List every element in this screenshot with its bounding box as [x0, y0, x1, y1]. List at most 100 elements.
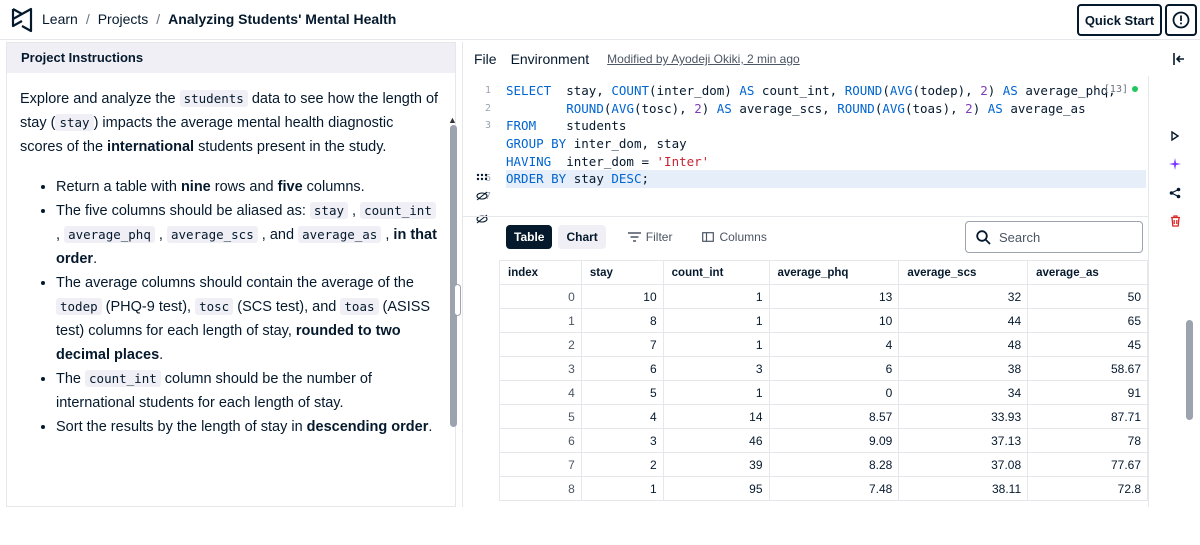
code-editor[interactable]: 1 2 3 6 7 SELECT stay, COUNT(inter_dom) … — [463, 76, 1148, 216]
text: , — [154, 227, 167, 243]
scroll-up-arrow-icon[interactable]: ▲ — [448, 115, 457, 125]
table-row[interactable]: 1 8 1 10 44 65 — [499, 308, 1148, 333]
text: , — [381, 227, 394, 243]
text-strong: international — [107, 139, 195, 155]
text-strong: five — [277, 179, 303, 195]
column-header[interactable]: average_phq — [768, 260, 900, 285]
table-row[interactable]: 7 2 39 8.28 37.08 77.67 — [499, 452, 1148, 477]
collapse-panel-icon[interactable] — [1172, 52, 1186, 66]
share-icon — [1169, 187, 1181, 199]
column-header[interactable]: count_int — [662, 260, 770, 285]
table-row[interactable]: 2 7 1 4 48 45 — [499, 332, 1148, 357]
cell-toolbar — [1148, 76, 1200, 507]
table-cell: 50 — [1027, 284, 1148, 309]
search-box[interactable] — [965, 221, 1143, 253]
code-line: FROM students — [506, 118, 627, 134]
code-tosc: tosc — [195, 298, 234, 315]
text: students present in the study. — [194, 139, 387, 155]
table-cell: 44 — [898, 308, 1029, 333]
tab-chart[interactable]: Chart — [558, 225, 606, 249]
table-cell: 3 — [662, 356, 770, 381]
info-icon — [1172, 11, 1190, 29]
code-line: ROUND(AVG(tosc), 2) AS average_scs, ROUN… — [566, 100, 1086, 116]
info-button[interactable] — [1165, 4, 1197, 36]
instructions-scrollbar[interactable]: ▲ — [448, 115, 458, 545]
run-button[interactable] — [1165, 126, 1185, 146]
filter-button[interactable]: Filter — [620, 225, 681, 249]
table-row[interactable]: 8 1 95 7.48 38.11 72.8 — [499, 476, 1148, 501]
instructions-title: Project Instructions — [7, 43, 455, 73]
text-strong: descending order — [306, 419, 429, 435]
line-number: 1 — [484, 85, 491, 96]
environment-menu[interactable]: Environment — [511, 51, 590, 67]
ai-assist-button[interactable] — [1165, 154, 1185, 174]
share-button[interactable] — [1165, 183, 1185, 203]
table-body: 0 10 1 13 32 50 1 8 1 10 44 65 2 7 1 4 48 45 3 6 3 6 38 58.67 4 5… — [499, 284, 1148, 501]
table-cell: 5 — [499, 404, 582, 429]
output-tabs: Table Chart Filter Columns — [506, 225, 775, 249]
text: (PHQ-9 test), — [101, 299, 196, 315]
column-header[interactable]: index — [499, 260, 582, 285]
line-numbers: 1 2 3 6 7 — [463, 82, 501, 206]
table-cell: 48 — [898, 332, 1029, 357]
delete-cell-button[interactable] — [1165, 211, 1185, 231]
text: , — [348, 203, 361, 219]
file-menu[interactable]: File — [474, 51, 497, 67]
table-cell: 78 — [1027, 428, 1148, 453]
code-stay: stay — [309, 202, 349, 219]
sql-code[interactable]: SELECT stay, COUNT(inter_dom) AS count_i… — [506, 82, 1146, 206]
code-count-int: count_int — [85, 370, 161, 387]
text: . — [93, 251, 98, 267]
table-row[interactable]: 3 6 3 6 38 58.67 — [499, 356, 1148, 381]
column-header[interactable]: average_as — [1027, 260, 1148, 285]
text: (SCS test), and — [233, 299, 341, 315]
text: . — [159, 347, 164, 363]
results-table: index stay count_int average_phq average… — [499, 260, 1148, 501]
output-scrollbar-thumb[interactable] — [1186, 320, 1193, 420]
tab-table[interactable]: Table — [506, 225, 553, 249]
table-row[interactable]: 5 4 14 8.57 33.93 87.71 — [499, 404, 1148, 429]
table-cell: 0 — [768, 380, 900, 405]
modified-status[interactable]: Modified by Ayodeji Okiki, 2 min ago — [607, 52, 800, 66]
table-cell: 0 — [499, 284, 582, 309]
datacamp-logo-icon[interactable] — [10, 6, 34, 34]
table-cell: 38 — [898, 356, 1029, 381]
quick-start-button[interactable]: Quick Start — [1077, 4, 1162, 36]
table-cell: 7 — [580, 332, 664, 357]
table-cell: 34 — [898, 380, 1029, 405]
hide-code-icon[interactable] — [476, 191, 488, 201]
table-cell: 8 — [499, 476, 582, 501]
table-row[interactable]: 0 10 1 13 32 50 — [499, 284, 1148, 309]
line-number — [463, 153, 501, 171]
breadcrumb-separator: / — [156, 11, 161, 27]
code-line: ORDER BY stay DESC; — [506, 170, 1146, 189]
instructions-intro: Explore and analyze the students data to… — [20, 87, 440, 159]
table-cell: 77.67 — [1027, 452, 1148, 477]
table-cell: 39 — [662, 452, 770, 477]
breadcrumb-learn[interactable]: Learn — [42, 11, 78, 27]
column-header[interactable]: stay — [580, 260, 664, 285]
table-row[interactable]: 6 3 46 9.09 37.13 78 — [499, 428, 1148, 453]
text: Sort the results by the length of stay i… — [56, 419, 307, 435]
panel-resize-handle[interactable] — [454, 284, 461, 316]
execution-count: [13] — [1104, 84, 1138, 95]
column-header[interactable]: average_scs — [898, 260, 1029, 285]
search-input[interactable] — [999, 229, 1129, 245]
columns-button[interactable]: Columns — [694, 225, 774, 249]
table-cell: 95 — [662, 476, 770, 501]
table-cell: 2 — [499, 332, 582, 357]
text: Explore and analyze the — [20, 91, 180, 107]
breadcrumb-projects[interactable]: Projects — [98, 11, 149, 27]
table-cell: 45 — [1027, 332, 1148, 357]
table-cell: 1 — [662, 380, 770, 405]
code-average-as: average_as — [298, 226, 382, 243]
search-icon — [976, 229, 991, 245]
table-row[interactable]: 4 5 1 0 34 91 — [499, 380, 1148, 405]
table-cell: 1 — [580, 476, 664, 501]
text-strong: nine — [180, 179, 211, 195]
scrollbar-thumb[interactable] — [450, 125, 457, 427]
table-cell: 3 — [580, 428, 664, 453]
table-cell: 1 — [662, 284, 770, 309]
drag-cell-icon[interactable] — [476, 173, 488, 181]
sparkle-icon — [1169, 158, 1181, 170]
